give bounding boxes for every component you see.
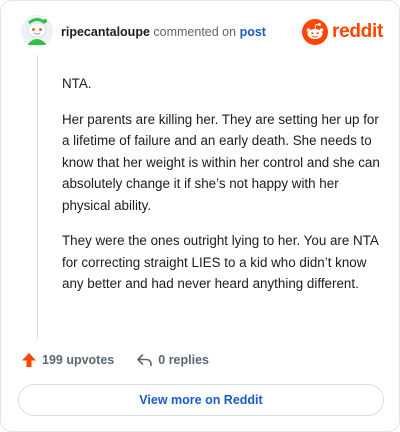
comment-paragraph: NTA. xyxy=(62,76,92,91)
username-link[interactable]: ripecantaloupe xyxy=(61,25,150,39)
comment-body: NTA. Her parents are killing her. They a… xyxy=(62,73,380,309)
reply-button[interactable]: 0 replies xyxy=(136,352,209,368)
comment-actions: 199 upvotes 0 replies xyxy=(21,349,209,371)
upvote-count: 199 upvotes xyxy=(42,353,115,367)
reply-arrow-icon xyxy=(137,354,153,367)
embed-card: ripecantaloupe commented on post reddit … xyxy=(0,0,400,432)
post-link[interactable]: post xyxy=(240,25,266,39)
view-more-button[interactable]: View more on Reddit xyxy=(18,384,384,416)
upvote-arrow-icon xyxy=(22,353,36,367)
thread-line xyxy=(37,55,38,339)
reddit-snoo-icon xyxy=(302,19,329,45)
reply-count: 0 replies xyxy=(158,353,209,367)
snoo-avatar-icon xyxy=(21,15,53,47)
action-text: commented on xyxy=(153,25,237,39)
reddit-wordmark: reddit xyxy=(332,21,383,42)
comment-meta: ripecantaloupe commented on post xyxy=(61,25,266,39)
comment-header: ripecantaloupe commented on post reddit xyxy=(21,15,383,51)
upvote-button[interactable]: 199 upvotes xyxy=(21,352,114,368)
comment-paragraph: Her parents are killing her. They are se… xyxy=(62,111,380,213)
user-avatar[interactable] xyxy=(21,15,53,47)
reddit-logo[interactable]: reddit xyxy=(302,19,383,45)
comment-paragraph: They were the ones outright lying to her… xyxy=(62,233,379,291)
